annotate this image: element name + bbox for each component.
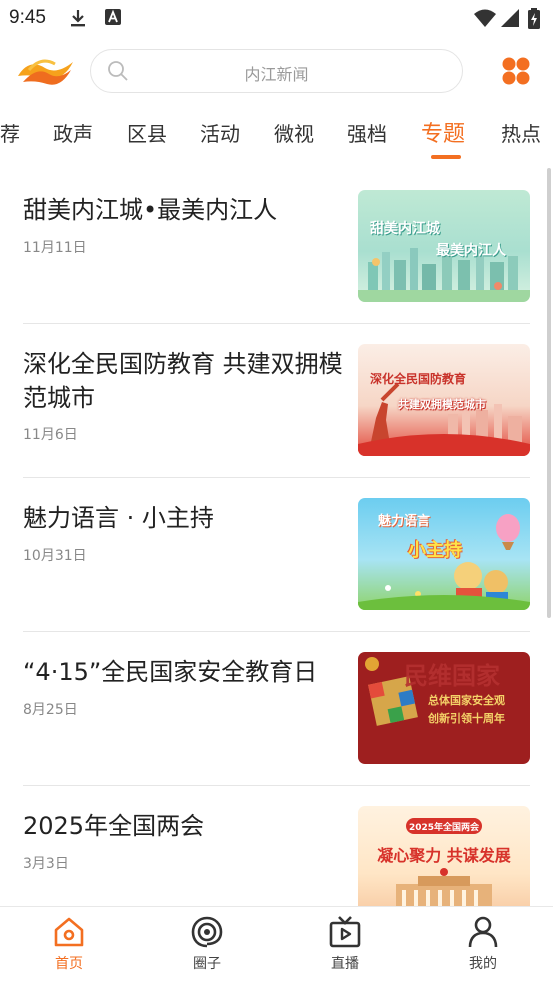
list-item[interactable]: 魅力语言 · 小主持 10月31日 魅力语言 小主持	[0, 474, 553, 628]
search-bar[interactable]: 内江新闻	[90, 49, 463, 93]
tab-politics[interactable]: 政声	[53, 118, 93, 147]
tab-activities[interactable]: 活动	[200, 118, 240, 147]
article-date: 10月31日	[23, 548, 87, 564]
tab-special-topics[interactable]: 专题	[421, 116, 465, 148]
tab-recommend[interactable]: 荐	[0, 118, 20, 147]
apps-grid-icon[interactable]	[501, 56, 531, 86]
thumbnail-caption: 共建双拥模范城市	[398, 398, 486, 411]
article-thumbnail: 魅力语言 小主持	[358, 498, 530, 610]
article-list: 甜美内江城•最美内江人 11月11日 甜美内江城 最美内江人 深化全民国防教育 …	[0, 166, 553, 906]
article-thumbnail: 深化全民国防教育 共建双拥模范城市	[358, 344, 530, 456]
circle-icon	[191, 916, 223, 948]
user-icon	[468, 916, 498, 948]
nav-label: 我的	[469, 956, 497, 972]
nav-label: 圈子	[193, 956, 221, 972]
scrollbar[interactable]	[547, 168, 551, 618]
battery-icon	[528, 8, 540, 29]
thumbnail-caption: 小主持	[408, 540, 462, 561]
article-date: 11月6日	[23, 427, 78, 443]
article-thumbnail: 甜美内江城 最美内江人	[358, 190, 530, 302]
article-title: 魅力语言 · 小主持	[23, 504, 214, 532]
list-item[interactable]: “4·15”全民国家安全教育日 8月25日 民维国家 总体国家安全观 创新引领十…	[0, 628, 553, 782]
nav-profile[interactable]: 我的	[443, 915, 523, 973]
signal-icon	[501, 9, 519, 27]
article-title: 2025年全国两会	[23, 812, 205, 840]
article-thumbnail: 2025年全国两会 凝心聚力 共谋发展	[358, 806, 530, 906]
thumbnail-caption: 最美内江人	[436, 243, 506, 259]
app-logo[interactable]	[15, 52, 75, 90]
bottom-navigation: 首页 圈子 直播 我的	[0, 906, 553, 984]
thumbnail-caption: 甜美内江城	[370, 221, 440, 237]
home-icon	[54, 917, 84, 947]
article-title: “4·15”全民国家安全教育日	[23, 658, 318, 686]
thumbnail-watermark: 民维国家	[404, 662, 500, 690]
article-date: 3月3日	[23, 856, 69, 872]
nav-label: 首页	[55, 956, 83, 972]
article-title: 甜美内江城•最美内江人	[23, 196, 278, 224]
thumbnail-caption: 深化全民国防教育	[370, 372, 467, 386]
thumbnail-caption: 创新引领十周年	[428, 712, 505, 725]
tv-icon	[329, 916, 361, 948]
article-title: 深化全民国防教育 共建双拥模范城市	[23, 350, 343, 412]
active-tab-indicator	[431, 155, 461, 159]
list-item[interactable]: 甜美内江城•最美内江人 11月11日 甜美内江城 最美内江人	[0, 166, 553, 320]
download-icon	[71, 10, 85, 27]
article-thumbnail: 民维国家 总体国家安全观 创新引领十周年	[358, 652, 530, 764]
search-placeholder: 内江新闻	[244, 65, 309, 84]
tab-districts[interactable]: 区县	[127, 118, 167, 147]
nav-circle[interactable]: 圈子	[167, 915, 247, 973]
nav-live[interactable]: 直播	[305, 915, 385, 973]
status-bar: 9:45	[0, 0, 553, 36]
thumbnail-caption: 总体国家安全观	[428, 694, 505, 707]
wifi-icon	[474, 9, 496, 27]
list-item[interactable]: 2025年全国两会 3月3日 2025年全国两会 凝心聚力 共谋发展	[0, 782, 553, 906]
tab-hot[interactable]: 热点	[501, 118, 541, 147]
article-date: 11月11日	[23, 240, 87, 256]
thumbnail-caption: 魅力语言	[378, 514, 431, 529]
tab-micro-video[interactable]: 微视	[274, 118, 314, 147]
category-tabs: 荐 政声 区县 活动 微视 强档 专题 热点	[0, 106, 553, 164]
article-date: 8月25日	[23, 702, 78, 718]
list-item[interactable]: 深化全民国防教育 共建双拥模范城市 11月6日 深化全民国防教育 共建双拥模范城…	[0, 320, 553, 474]
keyboard-a-icon	[105, 9, 121, 25]
app-header: 内江新闻	[0, 36, 553, 106]
tab-featured[interactable]: 强档	[347, 118, 387, 147]
nav-label: 直播	[331, 956, 359, 972]
thumbnail-caption: 2025年全国两会	[408, 823, 480, 833]
nav-home[interactable]: 首页	[29, 915, 109, 973]
thumbnail-caption: 凝心聚力 共谋发展	[377, 846, 511, 865]
status-time: 9:45	[9, 7, 46, 28]
